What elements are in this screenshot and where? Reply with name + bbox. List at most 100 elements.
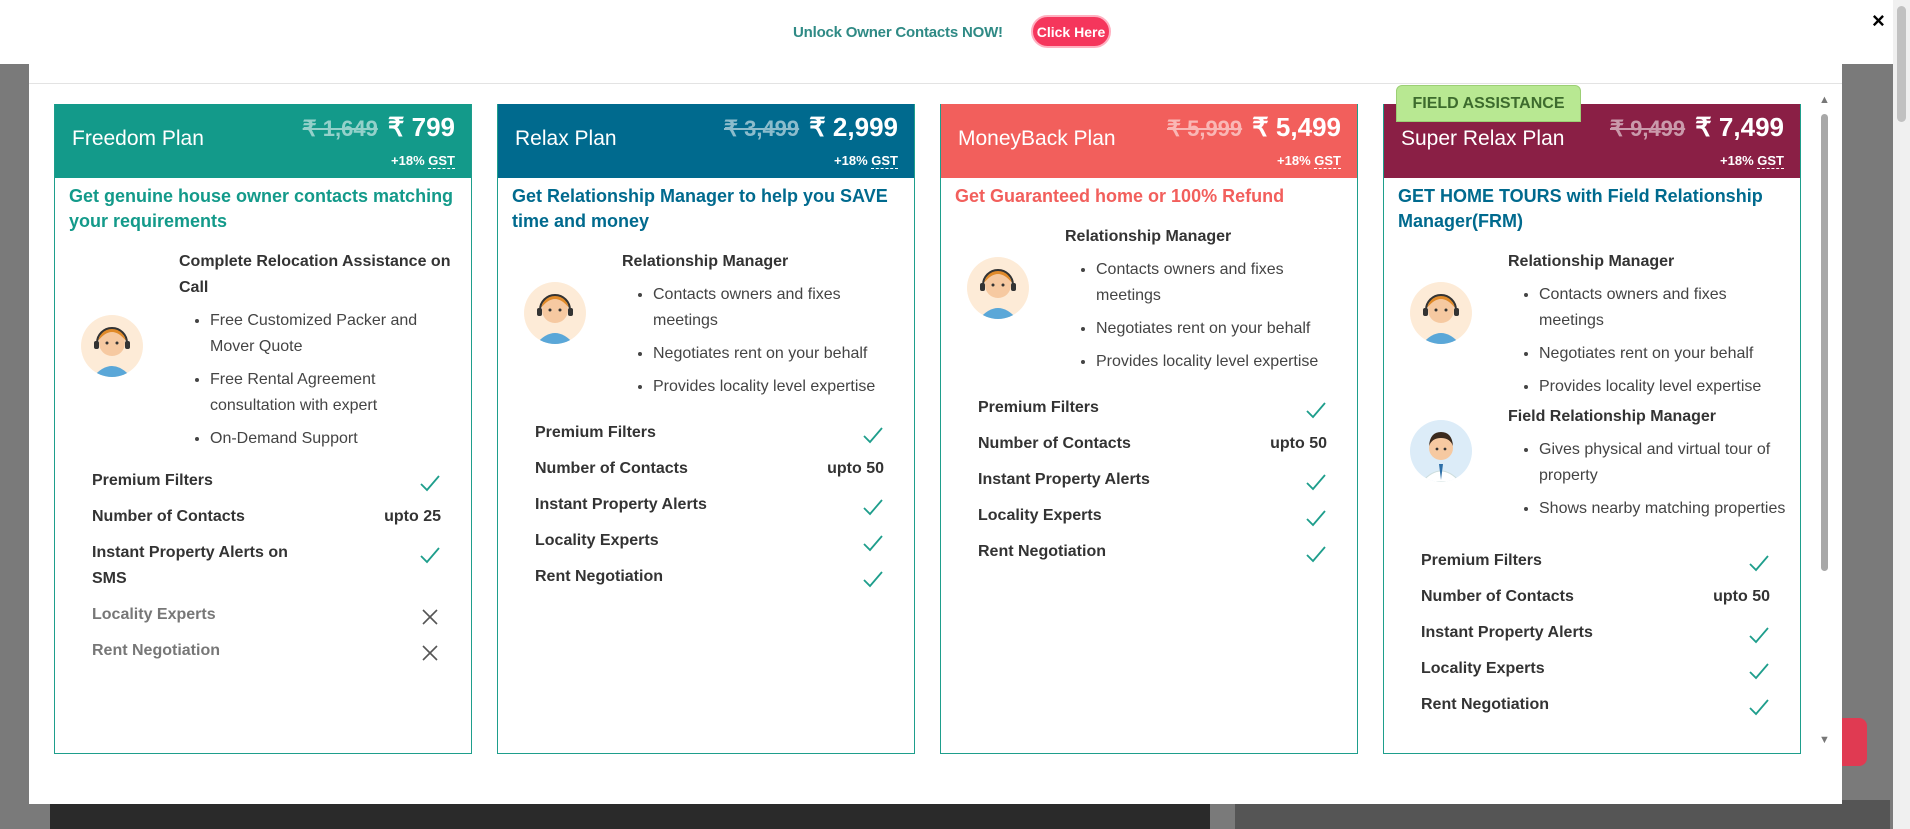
relationship-manager-list: Contacts owners and fixes meetings Negot… (622, 282, 900, 400)
modal-scrollbar-thumb[interactable] (1821, 114, 1828, 571)
check-icon (1306, 402, 1326, 419)
rm-point: Contacts owners and fixes meetings (1539, 282, 1786, 334)
feature-list: Premium Filters Number of Contacts upto 5… (978, 395, 1327, 575)
feature-label: Locality Experts (1421, 660, 1545, 677)
assistance-point: On-Demand Support (210, 426, 457, 452)
gst-label: GST (871, 153, 898, 169)
cross-icon (422, 609, 438, 625)
feature-row: Locality Experts (978, 503, 1327, 529)
gst-note: +18% GST (1720, 153, 1784, 169)
relationship-manager-title: Relationship Manager (1065, 228, 1232, 245)
price-row: ₹ 5,999 ₹ 5,499 (1167, 112, 1341, 143)
assistance-body: Complete Relocation Assistance on Call F… (179, 249, 457, 459)
gst-prefix: +18% (834, 153, 868, 168)
support-agent-avatar-icon (81, 315, 143, 377)
click-here-button[interactable]: Click Here (1031, 15, 1111, 48)
relationship-manager-title: Relationship Manager (1508, 253, 1675, 270)
feature-row: Number of Contacts upto 50 (535, 456, 884, 482)
feature-label: Number of Contacts (535, 460, 688, 477)
check-icon (420, 475, 440, 492)
background-image-strip-right (1235, 800, 1890, 829)
plan-card-relax[interactable]: Relax Plan ₹ 3,499 ₹ 2,999 +18% GST Get … (497, 104, 915, 754)
feature-label: Premium Filters (92, 472, 213, 489)
plans-modal: Freedom Plan ₹ 1,649 ₹ 799 +18% GST Get … (29, 84, 1842, 804)
feature-label: Instant Property Alerts (1421, 624, 1593, 641)
rm-point: Provides locality level expertise (653, 374, 900, 400)
price: ₹ 799 (387, 112, 455, 142)
plan-name: MoneyBack Plan (958, 127, 1116, 150)
assistance-title: Complete Relocation Assistance on Call (179, 253, 451, 296)
feature-row: Number of Contacts upto 25 (92, 504, 441, 530)
feature-row: Number of Contacts upto 50 (978, 431, 1327, 457)
feature-label: Rent Negotiation (1421, 696, 1549, 713)
assistance-section: Complete Relocation Assistance on Call F… (55, 234, 471, 484)
relationship-manager-body: Relationship Manager Contacts owners and… (622, 249, 900, 407)
relationship-manager-section: Relationship Manager Contacts owners and… (1384, 234, 1800, 564)
rm-point: Contacts owners and fixes meetings (653, 282, 900, 334)
scroll-up-arrow-icon[interactable]: ▲ (1819, 94, 1830, 106)
check-icon (1749, 627, 1769, 644)
feature-row: Premium Filters (92, 468, 441, 494)
feature-row: Instant Property Alerts on SMS (92, 540, 441, 592)
feature-label: Premium Filters (1421, 552, 1542, 569)
check-icon (863, 571, 883, 588)
rm-point: Negotiates rent on your behalf (1539, 341, 1786, 367)
old-price: ₹ 9,499 (1609, 116, 1686, 141)
page-scrollbar[interactable] (1893, 0, 1910, 829)
feature-row: Premium Filters (978, 395, 1327, 421)
check-icon (1749, 699, 1769, 716)
feature-value: upto 50 (1713, 588, 1770, 605)
gst-prefix: +18% (391, 153, 425, 168)
feature-row: Rent Negotiation (92, 638, 441, 664)
plan-tagline: GET HOME TOURS with Field Relationship M… (1398, 186, 1763, 231)
frm-point: Gives physical and virtual tour of prope… (1539, 437, 1786, 489)
scroll-down-arrow-icon[interactable]: ▼ (1819, 734, 1830, 746)
relationship-manager-title: Relationship Manager (622, 253, 789, 270)
feature-row: Locality Experts (535, 528, 884, 554)
support-agent-avatar-icon (1410, 282, 1472, 344)
feature-label: Locality Experts (535, 532, 659, 549)
price-row: ₹ 9,499 ₹ 7,499 (1610, 112, 1784, 143)
relationship-manager-section: Relationship Manager Contacts owners and… (941, 209, 1357, 409)
price: ₹ 7,499 (1695, 112, 1784, 142)
field-manager-list: Gives physical and virtual tour of prope… (1508, 437, 1786, 522)
gst-label: GST (1757, 153, 1784, 169)
feature-label: Number of Contacts (92, 508, 245, 525)
plan-tagline: Get Relationship Manager to help you SAV… (512, 186, 888, 231)
support-agent-avatar-icon (967, 257, 1029, 319)
check-icon (1306, 474, 1326, 491)
plan-card-super-relax[interactable]: Super Relax Plan ₹ 9,499 ₹ 7,499 +18% GS… (1383, 104, 1801, 754)
feature-label: Instant Property Alerts (978, 471, 1150, 488)
price: ₹ 5,499 (1252, 112, 1341, 142)
feature-row: Instant Property Alerts (1421, 620, 1770, 646)
page-scrollbar-thumb[interactable] (1897, 6, 1906, 122)
feature-list: Premium Filters Number of Contacts upto 5… (535, 420, 884, 600)
plan-name: Super Relax Plan (1401, 127, 1565, 150)
check-icon (1749, 663, 1769, 680)
old-price: ₹ 1,649 (302, 116, 378, 141)
check-icon (863, 427, 883, 444)
check-icon (1306, 546, 1326, 563)
modal-scrollbar[interactable]: ▲ ▼ (1818, 94, 1832, 746)
feature-label: Locality Experts (92, 606, 216, 623)
feature-label: Premium Filters (535, 424, 656, 441)
plan-header: Relax Plan ₹ 3,499 ₹ 2,999 +18% GST (498, 104, 914, 178)
rm-point: Negotiates rent on your behalf (653, 341, 900, 367)
feature-value: upto 25 (384, 508, 441, 525)
plan-tagline: Get genuine house owner contacts matchin… (69, 186, 454, 231)
cross-icon (422, 645, 438, 661)
frm-point: Shows nearby matching properties (1539, 496, 1786, 522)
background-image-strip (50, 800, 1210, 829)
feature-row: Rent Negotiation (978, 539, 1327, 565)
relationship-manager-body: Relationship Manager Contacts owners and… (1508, 249, 1786, 529)
banner-text: Unlock Owner Contacts NOW! (793, 24, 1003, 41)
feature-row: Instant Property Alerts (535, 492, 884, 518)
feature-row: Locality Experts (92, 602, 441, 628)
close-icon[interactable]: × (1872, 8, 1885, 34)
plan-card-freedom[interactable]: Freedom Plan ₹ 1,649 ₹ 799 +18% GST Get … (54, 104, 472, 754)
check-icon (863, 499, 883, 516)
plan-card-moneyback[interactable]: MoneyBack Plan ₹ 5,999 ₹ 5,499 +18% GST … (940, 104, 1358, 754)
unlock-banner: Unlock Owner Contacts NOW! Click Here (29, 0, 1842, 84)
plan-name: Freedom Plan (72, 127, 204, 150)
check-icon (420, 547, 440, 564)
